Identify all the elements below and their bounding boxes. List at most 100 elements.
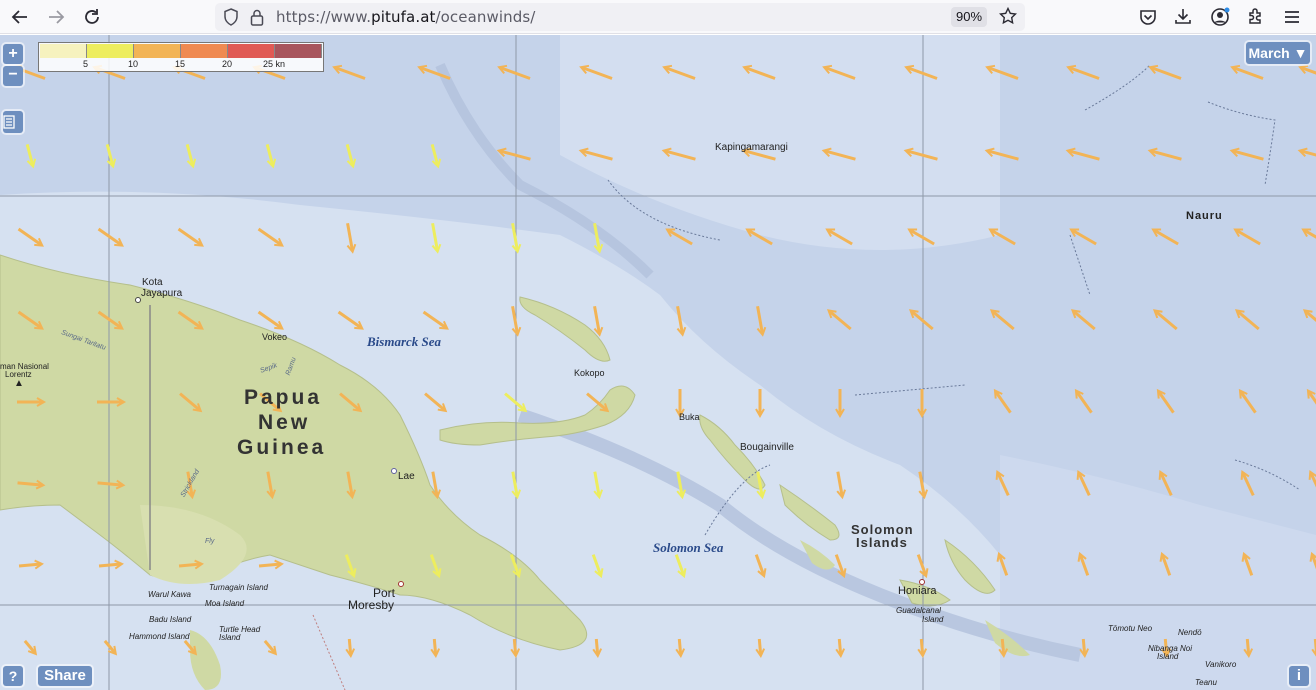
wind-arrow <box>754 554 767 579</box>
extensions-icon[interactable] <box>1247 7 1265 30</box>
month-select[interactable]: March ▼ <box>1246 42 1310 64</box>
wind-arrow <box>257 310 284 330</box>
wind-speed-legend: 5 10 15 20 25 kn <box>38 42 324 72</box>
layers-icon[interactable] <box>3 111 23 133</box>
bookmark-star-icon[interactable] <box>998 6 1018 30</box>
legend-tick-25: 25 kn <box>263 59 286 69</box>
reload-icon[interactable] <box>80 5 104 29</box>
wind-arrow <box>257 227 284 247</box>
wind-arrow <box>995 469 1010 496</box>
info-button[interactable]: i <box>1289 666 1309 686</box>
wind-arrow <box>835 389 845 419</box>
wind-arrow <box>903 147 938 161</box>
wind-arrow <box>756 471 767 500</box>
wind-arrow <box>1309 551 1316 576</box>
wind-arrow <box>185 143 197 169</box>
place-label-badu: Badu Island <box>149 615 192 624</box>
wind-arrow <box>266 471 277 500</box>
wind-arrow <box>1241 551 1254 576</box>
wind-arrow <box>1076 469 1091 496</box>
share-button[interactable]: Share <box>38 666 92 686</box>
wind-arrow <box>1308 469 1316 496</box>
wind-arrow <box>742 64 776 80</box>
wind-arrow <box>177 227 204 247</box>
wind-arrow <box>345 638 356 658</box>
wind-arrow <box>756 305 767 337</box>
zoom-level-badge[interactable]: 90% <box>951 7 988 27</box>
wind-arrow <box>579 64 613 80</box>
url-text[interactable]: https://www.pitufa.at/oceanwinds/ <box>276 8 535 26</box>
place-label-turnagain: Turnagain Island <box>209 583 268 592</box>
wind-arrow <box>916 554 929 579</box>
wind-arrow <box>265 143 277 169</box>
place-label-honiara: Honiara <box>898 585 937 597</box>
wind-arrow <box>662 64 696 80</box>
back-icon[interactable] <box>8 5 32 29</box>
wind-arrow <box>97 227 124 247</box>
shield-icon[interactable] <box>223 8 239 31</box>
help-button[interactable]: ? <box>3 666 23 686</box>
wind-arrow <box>17 479 46 490</box>
menu-icon[interactable] <box>1283 8 1301 31</box>
wind-arrow <box>97 397 127 407</box>
wind-arrow <box>1074 388 1093 414</box>
wind-arrow <box>593 471 604 500</box>
wind-arrow <box>429 554 442 579</box>
wind-arrow <box>578 147 613 161</box>
downloads-icon[interactable] <box>1174 7 1192 30</box>
wind-arrow <box>593 305 604 337</box>
wind-arrow <box>1306 388 1316 414</box>
legend-tick-10: 10 <box>128 59 139 69</box>
wind-arrow <box>1066 64 1100 80</box>
zoom-in-button[interactable]: + <box>3 44 23 64</box>
sea-label-solomon: Solomon Sea <box>653 540 724 555</box>
wind-arrow <box>1147 147 1182 161</box>
place-label-nauru: Nauru <box>1186 210 1223 222</box>
wind-arrow <box>430 638 441 658</box>
place-label-nendo: Nendö <box>1178 628 1202 637</box>
wind-arrow <box>504 392 528 413</box>
wind-arrow <box>17 397 47 407</box>
wind-arrow <box>1298 64 1316 80</box>
wind-arrow <box>1065 147 1100 161</box>
wind-arrow <box>1148 64 1182 80</box>
zoom-out-button[interactable]: − <box>3 66 23 86</box>
address-bar[interactable]: https://www.pitufa.at/oceanwinds/ 90% <box>215 3 1025 31</box>
wind-arrow <box>422 310 449 330</box>
wind-arrow <box>993 388 1012 414</box>
place-label-moa: Moa Island <box>205 599 245 608</box>
legend-swatch <box>134 44 181 58</box>
place-label-hammond: Hammond Island <box>129 632 190 641</box>
place-label-nibanga-island: Island <box>1157 652 1179 661</box>
wind-arrow <box>97 310 124 330</box>
place-label-jayapura: Jayapura <box>141 288 183 299</box>
lock-icon[interactable] <box>249 8 265 31</box>
account-icon[interactable] <box>1210 7 1230 32</box>
wind-arrow <box>431 471 442 500</box>
wind-arrow <box>1238 388 1257 414</box>
wind-arrow <box>17 310 44 330</box>
wind-arrow <box>417 64 451 80</box>
wind-map[interactable]: Kapingamarangi Nauru Kota Jayapura Vokeo… <box>0 35 1316 690</box>
wind-arrow <box>430 143 442 169</box>
legend-swatch <box>275 44 322 58</box>
wind-arrow <box>918 471 929 500</box>
wind-arrow <box>675 638 686 658</box>
wind-arrow <box>1070 309 1096 331</box>
country-label-papua: Papua <box>244 386 323 409</box>
wind-arrow <box>337 310 364 330</box>
wind-arrow <box>179 392 203 413</box>
wind-arrow <box>497 64 531 80</box>
wind-arrow <box>836 471 847 500</box>
wind-arrow <box>917 638 928 658</box>
forward-icon[interactable] <box>44 5 68 29</box>
wind-arrow-layer <box>12 64 1316 658</box>
pocket-icon[interactable] <box>1139 8 1157 31</box>
wind-arrow <box>907 228 935 246</box>
wind-arrow <box>17 227 44 247</box>
wind-arrow <box>592 638 603 658</box>
wind-arrow <box>676 471 687 500</box>
wind-arrow <box>904 64 938 80</box>
place-label-buka: Buka <box>679 412 700 422</box>
wind-arrow <box>1243 638 1254 658</box>
